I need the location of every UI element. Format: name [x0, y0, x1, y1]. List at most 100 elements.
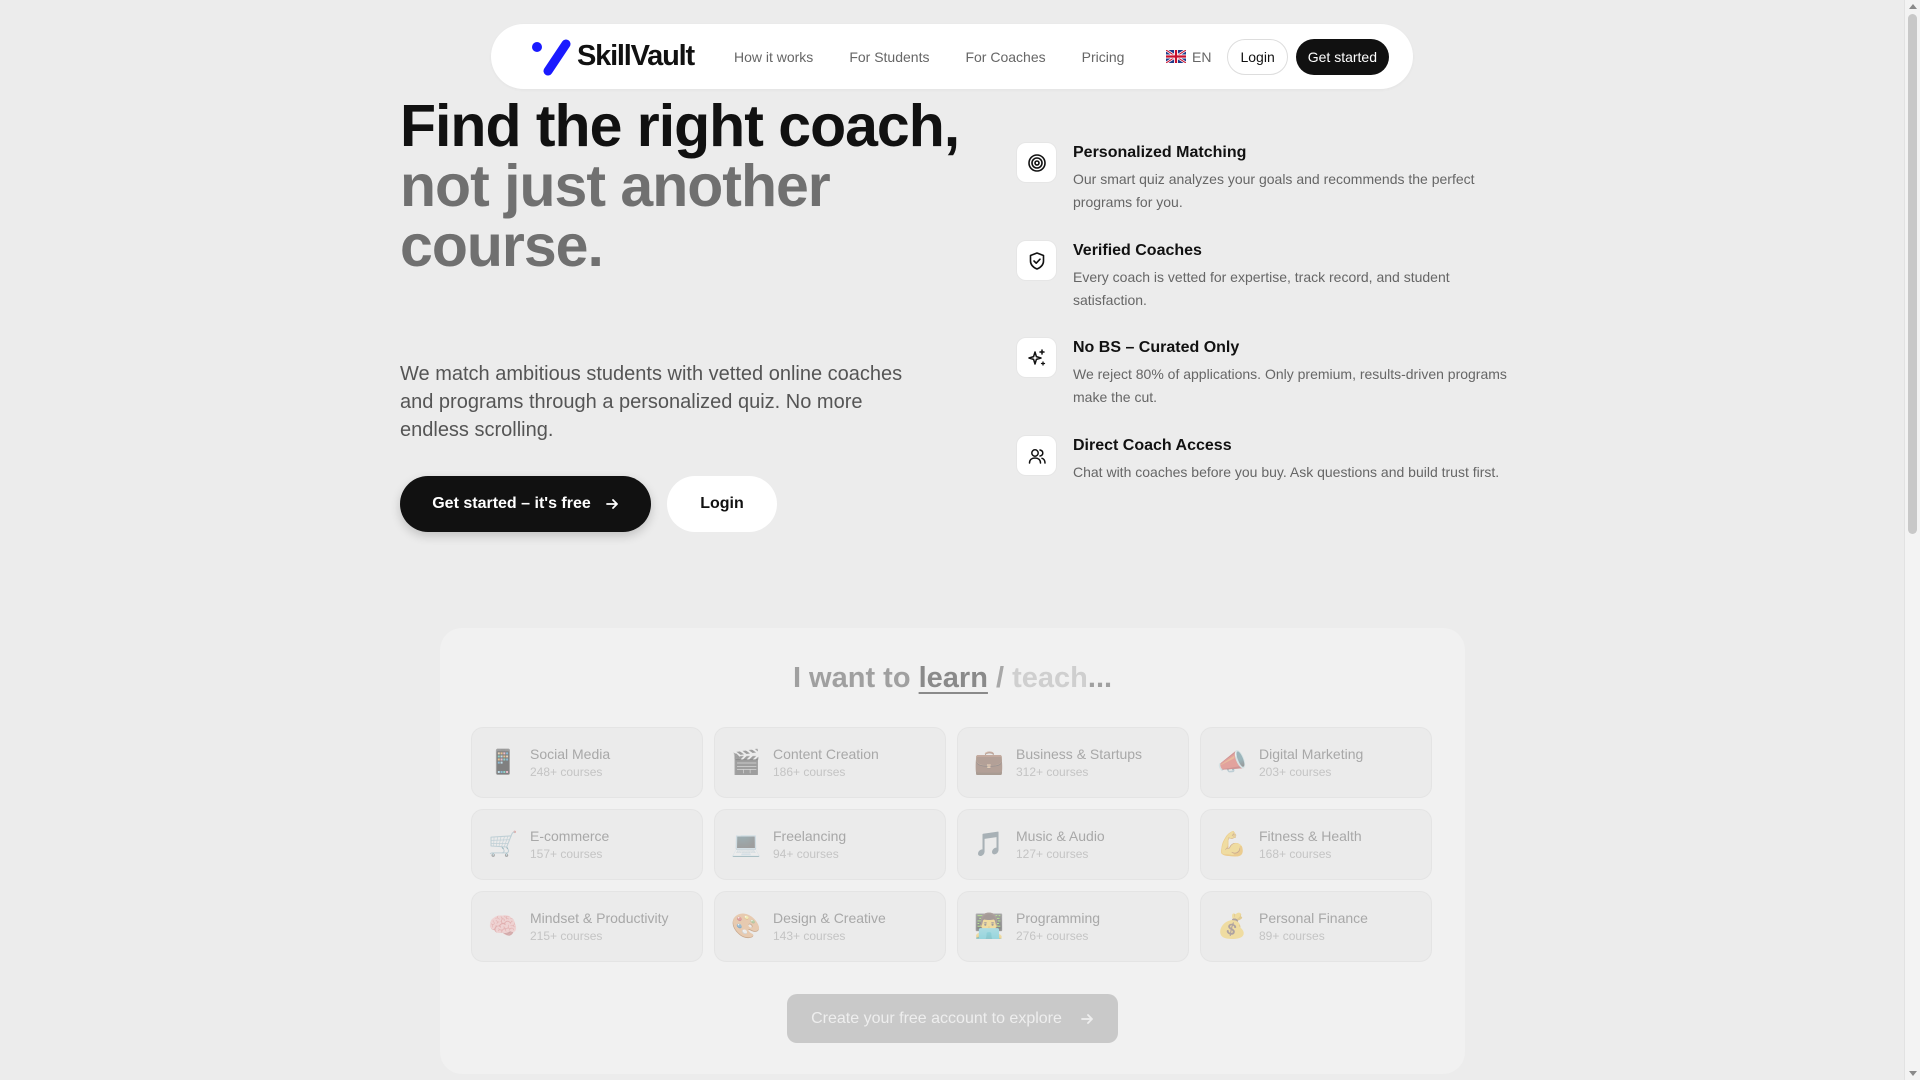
feature-direct-coach-access: Direct Coach Access Chat with coaches be… — [1016, 435, 1516, 484]
phone-icon: 📱 — [488, 749, 518, 776]
nav-link-for-students[interactable]: For Students — [849, 49, 929, 65]
category-name: Digital Marketing — [1259, 746, 1364, 762]
nav-link-for-coaches[interactable]: For Coaches — [965, 49, 1045, 65]
category-name: Design & Creative — [773, 910, 886, 926]
music-note-icon: 🎵 — [974, 831, 1004, 858]
nav-links: How it works For Students For Coaches Pr… — [734, 49, 1124, 65]
money-bag-icon: 💰 — [1217, 913, 1247, 940]
arrow-right-icon — [605, 499, 618, 509]
arrow-right-icon — [1081, 1013, 1093, 1024]
category-name: Freelancing — [773, 828, 847, 844]
feature-curated-only: No BS – Curated Only We reject 80% of ap… — [1016, 337, 1516, 409]
category-name: E-commerce — [530, 828, 610, 844]
category-name: Fitness & Health — [1259, 828, 1362, 844]
target-icon — [1016, 142, 1057, 183]
nav-actions: EN Login Get started — [1166, 38, 1389, 75]
category-count: 94+ courses — [773, 847, 839, 861]
category-music-audio[interactable]: 🎵 Music & Audio 127+ courses — [957, 809, 1189, 880]
category-count: 157+ courses — [530, 847, 603, 861]
category-count: 248+ courses — [530, 765, 603, 779]
learn-toggle[interactable]: learn — [919, 662, 988, 694]
quiz-heading-prefix: I want to — [792, 662, 911, 694]
category-e-commerce[interactable]: 🛒 E-commerce 157+ courses — [471, 809, 703, 880]
category-count: 215+ courses — [530, 929, 603, 943]
page-scrollbar[interactable] — [1904, 0, 1920, 1080]
teach-toggle[interactable]: teach — [1012, 662, 1088, 694]
feature-title: Personalized Matching — [1073, 144, 1247, 161]
category-social-media[interactable]: 📱 Social Media 248+ courses — [471, 727, 703, 798]
flexed-arm-icon: 💪 — [1217, 831, 1247, 858]
category-count: 276+ courses — [1016, 929, 1089, 943]
category-name: Content Creation — [773, 746, 879, 762]
feature-description: Chat with coaches before you buy. Ask qu… — [1073, 464, 1500, 480]
logo[interactable]: SkillVault — [531, 38, 695, 76]
nav-link-pricing[interactable]: Pricing — [1082, 49, 1125, 65]
users-icon — [1016, 435, 1057, 476]
category-grid: 📱 Social Media 248+ courses 🎬 Content Cre… — [471, 727, 1434, 962]
hero-get-started-button[interactable]: Get started – it's free — [400, 476, 651, 532]
quiz-heading-slash: / — [996, 662, 1005, 694]
category-name: Mindset & Productivity — [530, 910, 669, 926]
hero-title-line2: not just another course. — [400, 153, 831, 279]
megaphone-icon: 📣 — [1217, 749, 1247, 776]
language-label: EN — [1192, 48, 1212, 65]
category-content-creation[interactable]: 🎬 Content Creation 186+ courses — [714, 727, 946, 798]
hero-get-started-label: Get started – it's free — [432, 495, 591, 512]
category-count: 203+ courses — [1259, 765, 1332, 779]
category-name: Social Media — [530, 746, 611, 762]
category-mindset-productivity[interactable]: 🧠 Mindset & Productivity 215+ courses — [471, 891, 703, 962]
hero-title: Find the right coach, not just another c… — [400, 96, 960, 276]
scrollbar-thumb[interactable] — [1908, 14, 1917, 534]
brain-icon: 🧠 — [488, 913, 518, 940]
category-fitness-health[interactable]: 💪 Fitness & Health 168+ courses — [1200, 809, 1432, 880]
briefcase-icon: 💼 — [974, 749, 1004, 776]
technologist-icon: 👨‍💻 — [974, 913, 1004, 940]
category-design-creative[interactable]: 🎨 Design & Creative 143+ courses — [714, 891, 946, 962]
language-selector[interactable]: EN — [1166, 49, 1211, 65]
uk-flag-icon — [1166, 50, 1187, 63]
category-business-startups[interactable]: 💼 Business & Startups 312+ courses — [957, 727, 1189, 798]
create-account-label: Create your free account to explore — [811, 1009, 1062, 1027]
category-count: 127+ courses — [1016, 847, 1089, 861]
palette-icon: 🎨 — [731, 913, 761, 940]
quiz-card: I want to learn / teach... 📱 Social Medi… — [440, 628, 1465, 1074]
category-programming[interactable]: 👨‍💻 Programming 276+ courses — [957, 891, 1189, 962]
shield-check-icon — [1016, 240, 1057, 281]
nav-link-how-it-works[interactable]: How it works — [734, 49, 813, 65]
hero-title-line1: Find the right coach, — [400, 93, 960, 159]
feature-title: Direct Coach Access — [1073, 437, 1232, 454]
feature-description: We reject 80% of applications. Only prem… — [1073, 366, 1507, 405]
nav-login-button[interactable]: Login — [1227, 38, 1288, 75]
logo-mark-icon — [532, 39, 571, 75]
category-count: 143+ courses — [773, 929, 846, 943]
category-freelancing[interactable]: 💻 Freelancing 94+ courses — [714, 809, 946, 880]
quiz-heading-dots: ... — [1087, 662, 1113, 694]
feature-description: Every coach is vetted for expertise, tra… — [1073, 269, 1450, 308]
category-count: 89+ courses — [1259, 929, 1325, 943]
category-name: Business & Startups — [1016, 746, 1143, 762]
category-name: Music & Audio — [1016, 828, 1105, 844]
hero-login-button[interactable]: Login — [667, 476, 777, 532]
category-count: 168+ courses — [1259, 847, 1332, 861]
scroll-up-icon[interactable] — [1909, 4, 1917, 9]
clapperboard-icon: 🎬 — [731, 749, 761, 776]
feature-verified-coaches: Verified Coaches Every coach is vetted f… — [1016, 240, 1516, 312]
category-count: 186+ courses — [773, 765, 846, 779]
top-navigation: SkillVault How it works For Students For… — [491, 24, 1413, 89]
laptop-icon: 💻 — [731, 831, 761, 858]
feature-title: No BS – Curated Only — [1073, 339, 1240, 356]
hero-subtitle: We match ambitious students with vetted … — [400, 363, 903, 441]
nav-get-started-button[interactable]: Get started — [1295, 38, 1389, 75]
scroll-down-icon[interactable] — [1909, 1071, 1917, 1076]
category-name: Personal Finance — [1259, 910, 1368, 926]
category-name: Programming — [1016, 910, 1101, 926]
category-digital-marketing[interactable]: 📣 Digital Marketing 203+ courses — [1200, 727, 1432, 798]
category-count: 312+ courses — [1016, 765, 1089, 779]
feature-description: Our smart quiz analyzes your goals and r… — [1073, 171, 1475, 210]
category-personal-finance[interactable]: 💰 Personal Finance 89+ courses — [1200, 891, 1432, 962]
feature-personalized-matching: Personalized Matching Our smart quiz ana… — [1016, 142, 1516, 214]
shopping-cart-icon: 🛒 — [488, 831, 518, 858]
feature-title: Verified Coaches — [1073, 242, 1202, 259]
create-account-button[interactable]: Create your free account to explore — [787, 994, 1118, 1043]
sparkles-icon — [1016, 337, 1057, 378]
